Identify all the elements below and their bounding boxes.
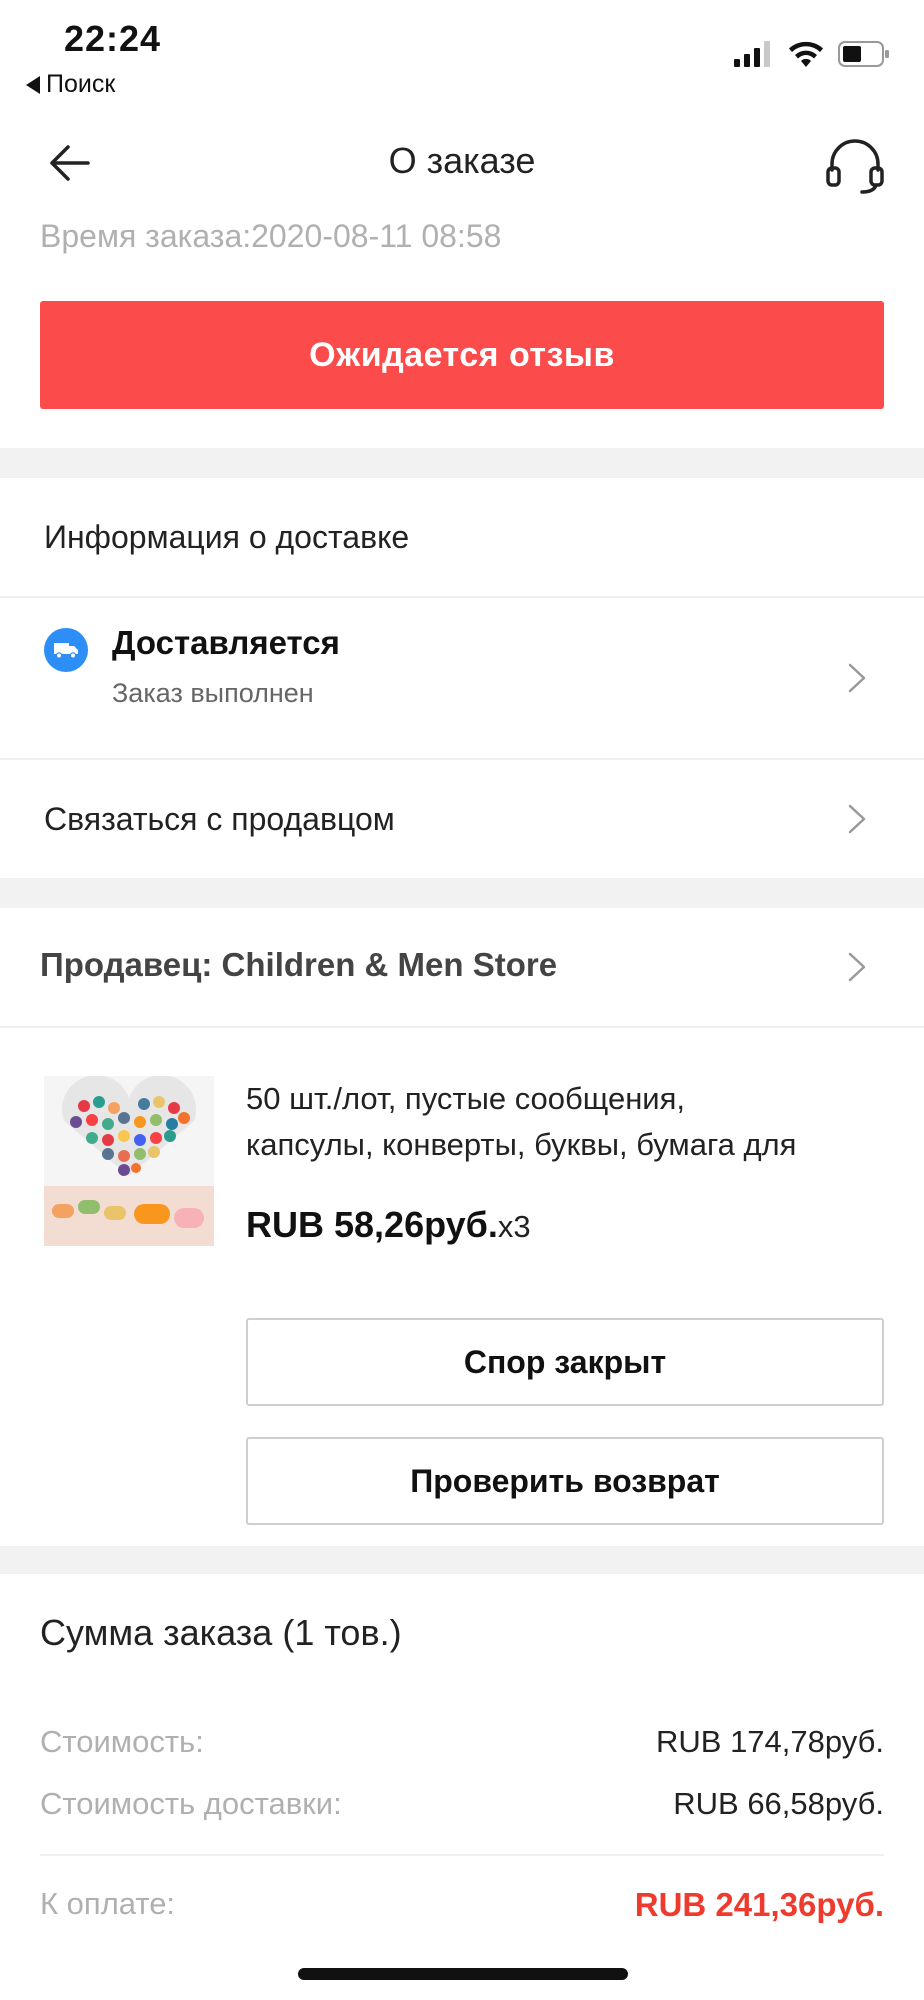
divider [0, 1026, 924, 1028]
divider [40, 1854, 884, 1856]
summary-value: RUB 66,58руб. [673, 1786, 884, 1821]
dispute-closed-button[interactable]: Спор закрыт [246, 1318, 884, 1406]
summary-row-total: К оплате: RUB 241,36руб. [40, 1886, 884, 1924]
home-indicator[interactable] [298, 1968, 628, 1980]
contact-seller-row[interactable]: Связаться с продавцом [0, 760, 924, 878]
product-title-line-1: 50 шт./лот, пустые сообщения, [246, 1081, 686, 1116]
back-to-search-link[interactable]: Поиск [26, 70, 115, 99]
product-image[interactable] [44, 1076, 214, 1246]
status-icons [734, 40, 890, 68]
product-price: RUB 58,26руб.x3 [246, 1204, 531, 1246]
cellular-signal-icon [734, 41, 770, 67]
seller-name: Продавец: Children & Men Store [40, 946, 558, 983]
product-quantity: x3 [497, 1209, 531, 1244]
delivery-info-header: Информация о доставке [0, 478, 924, 596]
total-value: RUB 241,36руб. [634, 1886, 884, 1923]
product-title-line-2: капсулы, конверты, буквы, бумага для [246, 1127, 797, 1162]
delivery-info-title: Информация о доставке [44, 518, 410, 555]
summary-row-cost: Стоимость: RUB 174,78руб. [40, 1724, 884, 1760]
section-gap [0, 878, 924, 908]
nav-bar: О заказе [0, 130, 924, 196]
check-return-button[interactable]: Проверить возврат [246, 1437, 884, 1525]
section-gap [0, 448, 924, 478]
summary-label: Стоимость: [40, 1724, 204, 1759]
battery-icon [838, 41, 889, 67]
summary-row-shipping: Стоимость доставки: RUB 66,58руб. [40, 1786, 884, 1822]
chevron-right-icon [848, 952, 866, 982]
summary-label: Стоимость доставки: [40, 1786, 342, 1821]
status-time: 22:24 [64, 18, 162, 59]
shipping-status-subtitle: Заказ выполнен [112, 678, 314, 708]
order-time: Время заказа:2020-08-11 08:58 [40, 218, 502, 254]
wifi-icon [789, 41, 823, 67]
total-label: К оплате: [40, 1886, 176, 1921]
summary-value: RUB 174,78руб. [656, 1724, 884, 1759]
section-gap [0, 1546, 924, 1574]
chevron-right-icon [848, 804, 866, 834]
truck-icon [44, 628, 88, 672]
product-title[interactable]: 50 шт./лот, пустые сообщения, капсулы, к… [246, 1076, 886, 1168]
contact-seller-label: Связаться с продавцом [44, 800, 395, 837]
shipping-status-title: Доставляется [112, 624, 340, 661]
page-title: О заказе [388, 140, 536, 181]
order-summary-title: Сумма заказа (1 тов.) [40, 1612, 402, 1653]
back-to-search-label: Поиск [46, 70, 116, 98]
chevron-right-icon [848, 663, 866, 693]
back-triangle-icon [26, 75, 40, 94]
product-price-value: RUB 58,26руб. [246, 1204, 498, 1245]
headset-support-icon[interactable] [824, 134, 886, 196]
order-status-banner[interactable]: Ожидается отзыв [40, 301, 884, 409]
